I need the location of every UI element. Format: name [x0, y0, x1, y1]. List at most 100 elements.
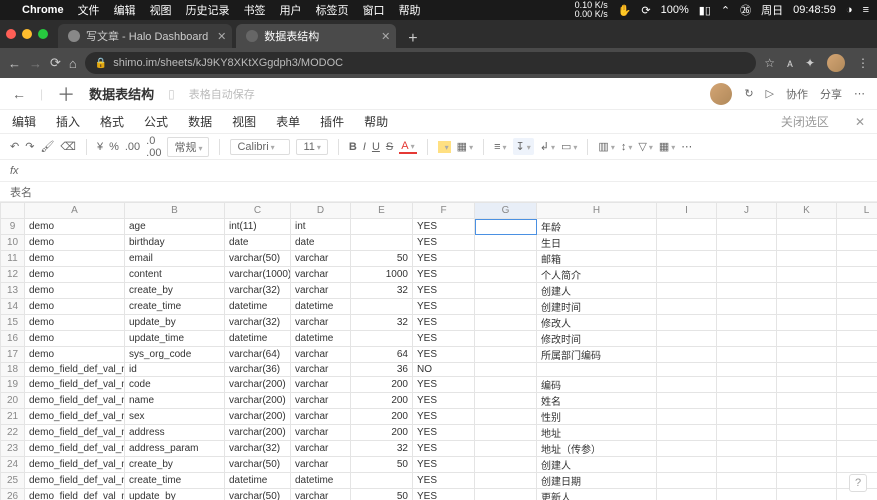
cell[interactable]: demo [25, 267, 125, 283]
cell[interactable]: varchar(32) [225, 283, 291, 299]
cell[interactable]: 地址（传参） [537, 441, 657, 457]
cell[interactable] [717, 251, 777, 267]
cell[interactable] [837, 283, 877, 299]
cell[interactable]: 32 [351, 315, 413, 331]
currency-icon[interactable]: ¥ [97, 141, 103, 153]
cell[interactable]: demo_field_def_val_main [25, 441, 125, 457]
cell[interactable]: varchar(50) [225, 251, 291, 267]
minimize-window-icon[interactable] [22, 29, 32, 39]
table-row[interactable]: 11demoemailvarchar(50)varchar50YES邮箱 [1, 251, 877, 267]
mac-menu-item[interactable]: 书签 [244, 2, 266, 18]
table-row[interactable]: 22demo_field_def_val_mainaddressvarchar(… [1, 425, 877, 441]
cell[interactable]: YES [413, 299, 475, 315]
profile-avatar-icon[interactable] [827, 54, 845, 72]
mac-menu-item[interactable]: 历史记录 [186, 2, 230, 18]
cell[interactable] [777, 283, 837, 299]
cell[interactable] [657, 331, 717, 347]
cell[interactable]: 姓名 [537, 393, 657, 409]
cell[interactable] [351, 473, 413, 489]
cell[interactable]: varchar [291, 267, 351, 283]
history-icon[interactable]: ↻ [744, 87, 753, 100]
cell[interactable]: YES [413, 331, 475, 347]
cell[interactable] [475, 363, 537, 377]
cell[interactable]: varchar(64) [225, 347, 291, 363]
cell[interactable] [777, 347, 837, 363]
new-doc-icon[interactable]: ＋ [57, 81, 75, 107]
column-header[interactable]: A [25, 203, 125, 219]
cell[interactable]: varchar [291, 283, 351, 299]
cell[interactable]: demo_field_def_val_main [25, 457, 125, 473]
cell[interactable]: 修改人 [537, 315, 657, 331]
cell[interactable]: 50 [351, 489, 413, 500]
valign-icon[interactable]: ↧ [513, 138, 534, 155]
cell[interactable]: int(11) [225, 219, 291, 235]
cell[interactable]: varchar(32) [225, 441, 291, 457]
column-header[interactable]: L [837, 203, 877, 219]
cell[interactable]: varchar [291, 425, 351, 441]
cell[interactable] [837, 363, 877, 377]
mac-menu-item[interactable]: 编辑 [114, 2, 136, 18]
cell[interactable]: address_param [125, 441, 225, 457]
cell[interactable] [837, 299, 877, 315]
cell[interactable] [351, 299, 413, 315]
cell[interactable]: demo [25, 315, 125, 331]
cell[interactable]: 所属部门编码 [537, 347, 657, 363]
freeze-icon[interactable]: ▥ [598, 140, 614, 153]
row-number[interactable]: 23 [1, 441, 25, 457]
cell[interactable] [777, 409, 837, 425]
cell[interactable] [837, 235, 877, 251]
cell[interactable]: date [291, 235, 351, 251]
font-select[interactable]: Calibri [230, 139, 290, 155]
cell[interactable] [475, 393, 537, 409]
percent-icon[interactable]: % [109, 141, 119, 153]
table-row[interactable]: 19demo_field_def_val_maincodevarchar(200… [1, 377, 877, 393]
cell[interactable]: 64 [351, 347, 413, 363]
column-header[interactable]: B [125, 203, 225, 219]
cell[interactable] [475, 425, 537, 441]
fill-color-icon[interactable] [438, 141, 451, 153]
menu-view[interactable]: 视图 [232, 113, 256, 130]
cell[interactable] [837, 441, 877, 457]
cell[interactable]: 创建人 [537, 283, 657, 299]
cell[interactable] [657, 235, 717, 251]
cell[interactable]: datetime [225, 473, 291, 489]
cell[interactable] [717, 473, 777, 489]
cell[interactable]: birthday [125, 235, 225, 251]
row-number[interactable]: 20 [1, 393, 25, 409]
cell[interactable]: 创建日期 [537, 473, 657, 489]
cell[interactable] [837, 457, 877, 473]
redo-icon[interactable]: ↷ [25, 140, 34, 153]
spreadsheet-grid[interactable]: ABCDEFGHIJKL 9demoageint(11)intYES年龄10de… [0, 202, 877, 500]
italic-icon[interactable]: I [363, 141, 366, 153]
cell[interactable] [657, 409, 717, 425]
doc-title[interactable]: 数据表结构 [89, 84, 154, 103]
cell[interactable]: YES [413, 377, 475, 393]
cell[interactable]: YES [413, 393, 475, 409]
cell[interactable]: datetime [291, 473, 351, 489]
cell[interactable]: date [225, 235, 291, 251]
cell[interactable]: create_by [125, 283, 225, 299]
cell[interactable]: id [125, 363, 225, 377]
row-number[interactable]: 11 [1, 251, 25, 267]
paint-format-icon[interactable]: 🖌 [40, 140, 54, 153]
menu-help[interactable]: 帮助 [364, 113, 388, 130]
cell[interactable]: YES [413, 235, 475, 251]
cell[interactable] [717, 363, 777, 377]
table-row[interactable]: 23demo_field_def_val_mainaddress_paramva… [1, 441, 877, 457]
table-row[interactable]: 26demo_field_def_val_mainupdate_byvarcha… [1, 489, 877, 500]
cell[interactable] [777, 441, 837, 457]
cell[interactable] [475, 457, 537, 473]
cell[interactable] [657, 441, 717, 457]
cell[interactable]: sys_org_code [125, 347, 225, 363]
menu-data[interactable]: 数据 [188, 113, 212, 130]
cell[interactable] [537, 363, 657, 377]
cell[interactable] [777, 377, 837, 393]
cell[interactable] [475, 441, 537, 457]
cell[interactable]: content [125, 267, 225, 283]
cell[interactable] [657, 377, 717, 393]
cell[interactable] [837, 393, 877, 409]
sort-icon[interactable]: ↕ [621, 141, 633, 153]
address-bar[interactable]: 🔒shimo.im/sheets/kJ9KY8XKtXGgdph3/MODOC [85, 52, 756, 74]
cell[interactable]: YES [413, 457, 475, 473]
row-number[interactable]: 24 [1, 457, 25, 473]
